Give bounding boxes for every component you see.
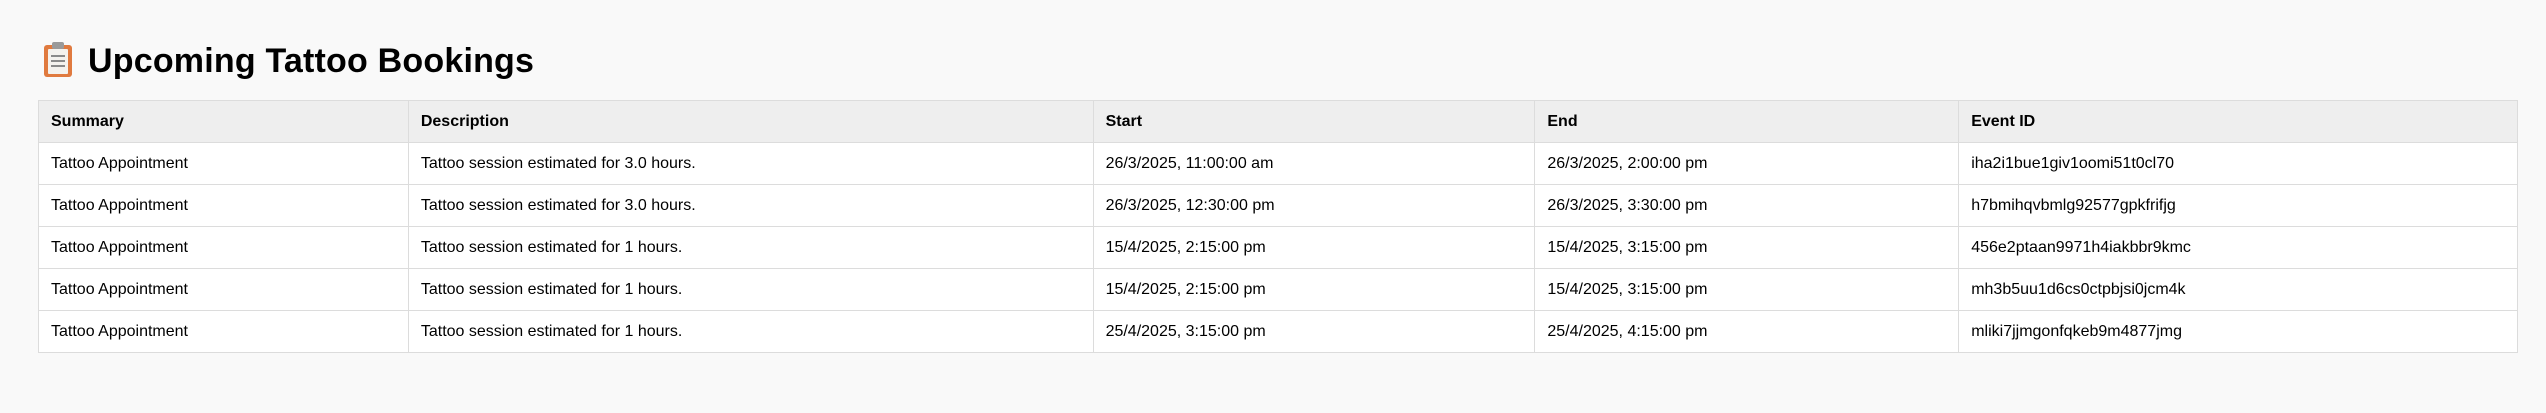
column-header-description: Description (407, 100, 1094, 143)
cell-end: 26/3/2025, 2:00:00 pm (1534, 142, 1960, 185)
clipboard-icon (44, 41, 72, 77)
cell-event-id: 456e2ptaan9971h4iakbbr9kmc (1958, 226, 2518, 269)
cell-summary: Tattoo Appointment (38, 310, 409, 353)
cell-end: 25/4/2025, 4:15:00 pm (1534, 310, 1960, 353)
cell-description: Tattoo session estimated for 3.0 hours. (407, 142, 1094, 185)
cell-summary: Tattoo Appointment (38, 142, 409, 185)
cell-end: 26/3/2025, 3:30:00 pm (1534, 184, 1960, 227)
table-row: Tattoo Appointment Tattoo session estima… (38, 226, 2518, 269)
cell-description: Tattoo session estimated for 1 hours. (407, 268, 1094, 311)
cell-description: Tattoo session estimated for 1 hours. (407, 226, 1094, 269)
cell-description: Tattoo session estimated for 1 hours. (407, 310, 1094, 353)
column-header-end: End (1534, 100, 1960, 143)
table-row: Tattoo Appointment Tattoo session estima… (38, 142, 2518, 185)
column-header-summary: Summary (38, 100, 409, 143)
cell-start: 26/3/2025, 12:30:00 pm (1092, 184, 1536, 227)
column-header-start: Start (1092, 100, 1536, 143)
page-title: Upcoming Tattoo Bookings (88, 41, 535, 80)
cell-end: 15/4/2025, 3:15:00 pm (1534, 226, 1960, 269)
column-header-event-id: Event ID (1958, 100, 2518, 143)
table-row: Tattoo Appointment Tattoo session estima… (38, 310, 2518, 353)
bookings-table: Summary Description Start End Event ID T… (38, 100, 2518, 353)
cell-start: 25/4/2025, 3:15:00 pm (1092, 310, 1536, 353)
cell-event-id: h7bmihqvbmlg92577gpkfrifjg (1958, 184, 2518, 227)
header-row: Summary Description Start End Event ID (38, 100, 2518, 143)
table-header: Summary Description Start End Event ID (38, 100, 2518, 143)
cell-summary: Tattoo Appointment (38, 226, 409, 269)
cell-event-id: mh3b5uu1d6cs0ctpbjsi0jcm4k (1958, 268, 2518, 311)
bookings-page: Upcoming Tattoo Bookings Summary Descrip… (0, 0, 2546, 413)
cell-description: Tattoo session estimated for 3.0 hours. (407, 184, 1094, 227)
cell-start: 15/4/2025, 2:15:00 pm (1092, 268, 1536, 311)
cell-start: 26/3/2025, 11:00:00 am (1092, 142, 1536, 185)
table-row: Tattoo Appointment Tattoo session estima… (38, 268, 2518, 311)
table-body: Tattoo Appointment Tattoo session estima… (38, 142, 2518, 353)
cell-summary: Tattoo Appointment (38, 184, 409, 227)
cell-start: 15/4/2025, 2:15:00 pm (1092, 226, 1536, 269)
title-row: Upcoming Tattoo Bookings (44, 38, 2508, 84)
cell-summary: Tattoo Appointment (38, 268, 409, 311)
table-row: Tattoo Appointment Tattoo session estima… (38, 184, 2518, 227)
cell-event-id: iha2i1bue1giv1oomi51t0cl70 (1958, 142, 2518, 185)
cell-event-id: mliki7jjmgonfqkeb9m4877jmg (1958, 310, 2518, 353)
cell-end: 15/4/2025, 3:15:00 pm (1534, 268, 1960, 311)
